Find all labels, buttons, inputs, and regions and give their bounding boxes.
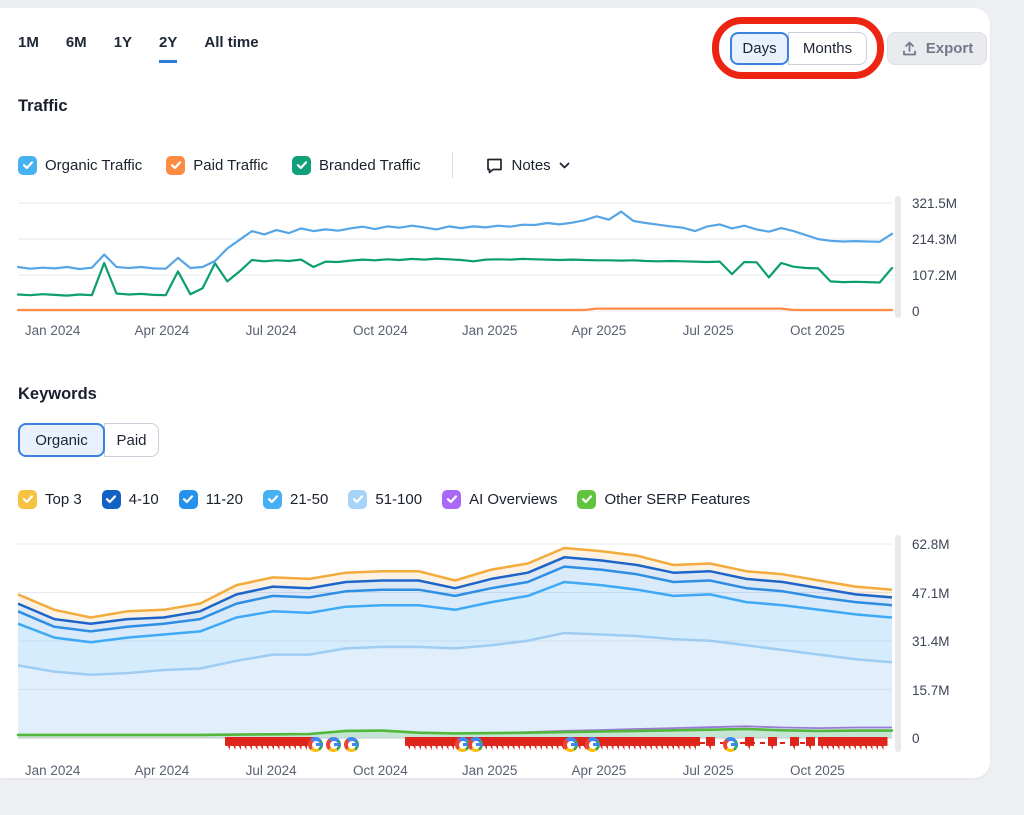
current-period-band	[895, 535, 901, 752]
y-axis-label: 214.3M	[912, 232, 957, 247]
export-label: Export	[926, 40, 974, 57]
google-logo-icon[interactable]	[563, 737, 578, 752]
traffic-legend: Organic Traffic Paid Traffic Branded Traff…	[18, 151, 571, 179]
legend-item-ai-overviews[interactable]: AI Overviews	[442, 490, 557, 509]
legend-checkbox[interactable]	[292, 156, 311, 175]
notes-dropdown[interactable]: Notes	[485, 156, 570, 175]
x-axis-label: Jul 2025	[683, 323, 734, 338]
legend-label: 51-100	[375, 491, 422, 508]
range-tab-1m[interactable]: 1M	[18, 34, 39, 63]
legend-checkbox[interactable]	[166, 156, 185, 175]
legend-item-paid-traffic[interactable]: Paid Traffic	[166, 156, 268, 175]
date-range-tabs: 1M 6M 1Y 2Y All time	[18, 34, 259, 63]
legend-item-organic-traffic[interactable]: Organic Traffic	[18, 156, 142, 175]
legend-item-top-3[interactable]: Top 3	[18, 490, 82, 509]
traffic-series-paid-traffic	[18, 309, 892, 310]
granularity-days[interactable]: Days	[730, 32, 789, 65]
range-tab-all-time[interactable]: All time	[204, 34, 258, 63]
legend-checkbox[interactable]	[179, 490, 198, 509]
notes-label: Notes	[511, 157, 550, 174]
x-axis-label: Oct 2025	[790, 763, 845, 778]
x-axis-label: Jan 2025	[462, 323, 518, 338]
current-period-band	[895, 196, 901, 318]
legend-checkbox[interactable]	[577, 490, 596, 509]
x-axis-label: Apr 2025	[571, 323, 626, 338]
legend-divider	[452, 152, 453, 178]
x-axis-label: Apr 2024	[134, 763, 189, 778]
granularity-months[interactable]: Months	[788, 32, 867, 65]
y-axis-label: 62.8M	[912, 537, 950, 552]
legend-item-other-serp-features[interactable]: Other SERP Features	[577, 490, 750, 509]
range-tab-1y[interactable]: 1Y	[114, 34, 132, 63]
legend-label: 21-50	[290, 491, 328, 508]
y-axis-label: 47.1M	[912, 586, 950, 601]
legend-label: Branded Traffic	[319, 157, 420, 174]
y-axis-label: 0	[912, 304, 920, 319]
notes-bubble-icon	[485, 156, 504, 175]
x-axis-label: Jan 2025	[462, 763, 518, 778]
keywords-chart-svg	[18, 535, 892, 755]
legend-item-21-50[interactable]: 21-50	[263, 490, 328, 509]
y-axis-label: 321.5M	[912, 196, 957, 211]
traffic-chart: 321.5M 214.3M 107.2M 0 Jan 2024 Apr 2024 Jul 2…	[18, 196, 978, 356]
legend-label: Top 3	[45, 491, 82, 508]
keywords-toggle-organic[interactable]: Organic	[18, 423, 105, 457]
legend-label: Paid Traffic	[193, 157, 268, 174]
analytics-card: 1M 6M 1Y 2Y All time DaysMonths Export Traff…	[0, 8, 990, 778]
legend-checkbox[interactable]	[263, 490, 282, 509]
y-axis-label: 107.2M	[912, 268, 957, 283]
traffic-section-title: Traffic	[18, 97, 68, 116]
x-axis-label: Apr 2024	[134, 323, 189, 338]
legend-label: 11-20	[206, 491, 243, 508]
x-axis-label: Oct 2024	[353, 763, 408, 778]
keywords-section-title: Keywords	[18, 385, 97, 404]
x-axis-label: Jan 2024	[25, 323, 81, 338]
y-axis-label: 31.4M	[912, 634, 950, 649]
range-tab-2y[interactable]: 2Y	[159, 34, 177, 63]
google-logo-icon[interactable]	[468, 737, 483, 752]
legend-item-branded-traffic[interactable]: Branded Traffic	[292, 156, 420, 175]
legend-label: Organic Traffic	[45, 157, 142, 174]
keywords-toggle-paid[interactable]: Paid	[104, 423, 159, 457]
x-axis-label: Jul 2024	[246, 323, 297, 338]
legend-checkbox[interactable]	[102, 490, 121, 509]
granularity-toggle: DaysMonths	[730, 32, 867, 65]
x-axis-label: Oct 2025	[790, 323, 845, 338]
google-logo-icon[interactable]	[326, 737, 341, 752]
export-button[interactable]: Export	[887, 32, 987, 65]
export-upload-icon	[901, 40, 918, 57]
keywords-legend: Top 3 4-10 11-20 21-50 51-100 AI Overviews Oth…	[18, 485, 750, 513]
legend-checkbox[interactable]	[18, 490, 37, 509]
x-axis-label: Jan 2024	[25, 763, 81, 778]
legend-item-11-20[interactable]: 11-20	[179, 490, 243, 509]
x-axis-label: Apr 2025	[571, 763, 626, 778]
legend-label: Other SERP Features	[604, 491, 750, 508]
keywords-organic-paid-toggle: OrganicPaid	[18, 423, 159, 457]
x-axis-label: Oct 2024	[353, 323, 408, 338]
chevron-down-icon	[558, 159, 571, 172]
traffic-series-branded-traffic	[18, 259, 892, 296]
legend-checkbox[interactable]	[18, 156, 37, 175]
google-logo-icon[interactable]	[723, 737, 738, 752]
legend-checkbox[interactable]	[348, 490, 367, 509]
google-logo-icon[interactable]	[308, 737, 323, 752]
legend-label: 4-10	[129, 491, 159, 508]
traffic-chart-svg	[18, 196, 892, 321]
google-logo-icon[interactable]	[585, 737, 600, 752]
y-axis-label: 0	[912, 731, 920, 746]
legend-item-4-10[interactable]: 4-10	[102, 490, 159, 509]
legend-label: AI Overviews	[469, 491, 557, 508]
x-axis-label: Jul 2024	[246, 763, 297, 778]
y-axis-label: 15.7M	[912, 683, 950, 698]
legend-item-51-100[interactable]: 51-100	[348, 490, 422, 509]
range-tab-6m[interactable]: 6M	[66, 34, 87, 63]
x-axis-label: Jul 2025	[683, 763, 734, 778]
legend-checkbox[interactable]	[442, 490, 461, 509]
keywords-chart: 62.8M 47.1M 31.4M 15.7M 0 Jan 2024 Apr 2024 Jul…	[18, 535, 978, 778]
google-logo-icon[interactable]	[344, 737, 359, 752]
